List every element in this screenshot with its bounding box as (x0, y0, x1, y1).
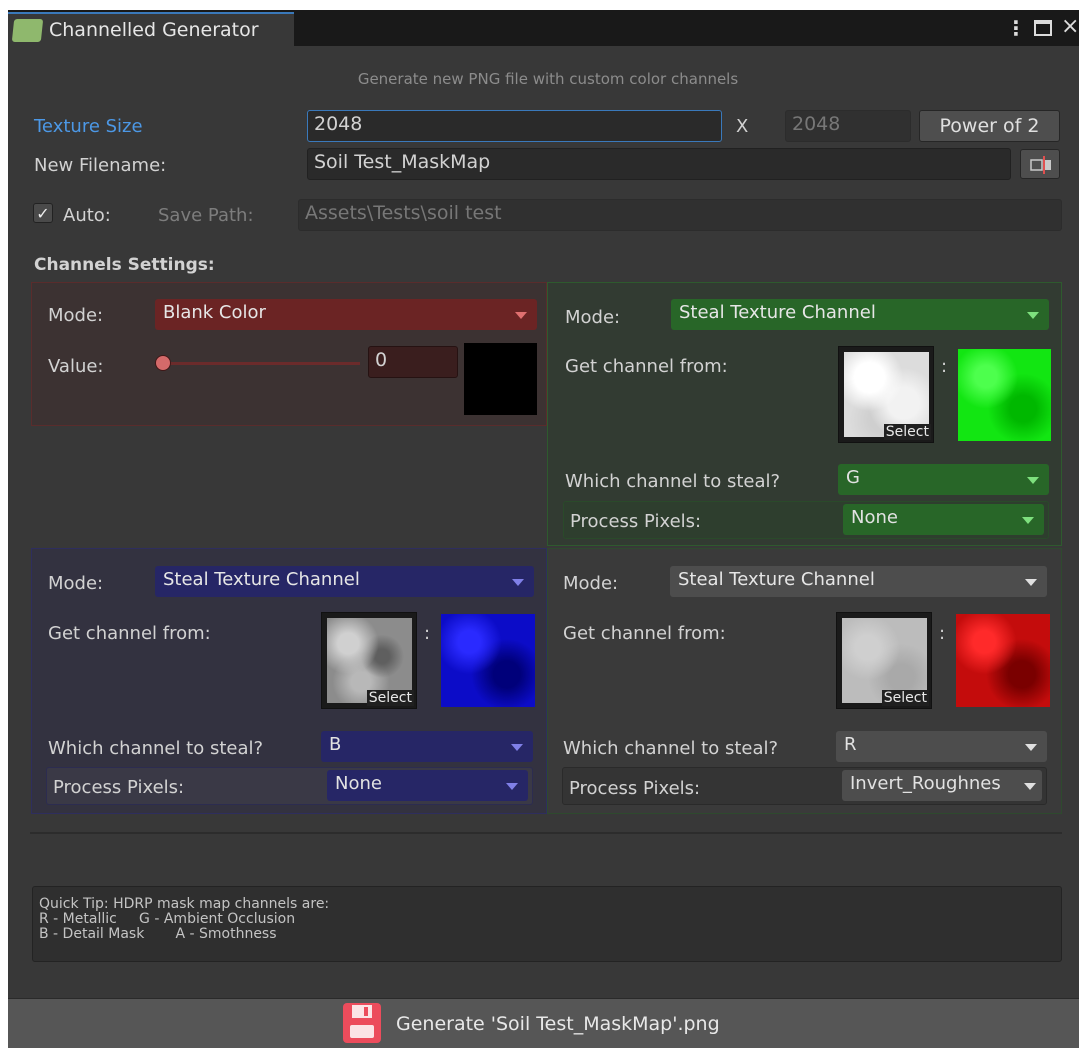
blue-mode-dropdown[interactable]: Steal Texture Channel (155, 566, 534, 597)
green-process-value: None (851, 507, 898, 528)
blue-get-channel-label: Get channel from: (48, 623, 211, 644)
new-filename-label: New Filename: (34, 155, 167, 176)
blue-which-value: B (329, 734, 342, 755)
auto-checkbox[interactable]: ✓ (33, 203, 53, 223)
floppy-disk-icon (343, 1003, 381, 1043)
texture-size-label: Texture Size (34, 116, 143, 137)
green-which-value: G (846, 467, 860, 488)
texture-height-input[interactable]: 2048 (785, 110, 911, 142)
filename-input[interactable]: Soil Test_MaskMap (307, 148, 1011, 180)
alpha-which-label: Which channel to steal? (563, 738, 779, 759)
blue-mode-label: Mode: (48, 573, 104, 594)
alpha-which-value: R (844, 734, 857, 755)
chevron-down-icon (1027, 476, 1039, 484)
red-mode-dropdown[interactable]: Blank Color (155, 299, 537, 330)
kebab-menu-icon[interactable]: ⋮ (1006, 16, 1026, 40)
section-divider (30, 832, 1062, 834)
red-color-preview (464, 343, 537, 415)
green-get-channel-label: Get channel from: (565, 356, 728, 377)
red-value-slider-handle[interactable] (155, 355, 171, 371)
tab-title: Channelled Generator (49, 19, 259, 41)
tip-line-3: B - Detail Mask A - Smothness (39, 926, 277, 942)
size-x-label: X (736, 116, 749, 137)
channels-heading: Channels Settings: (34, 255, 215, 275)
green-process-label: Process Pixels: (570, 511, 702, 532)
rename-icon (1030, 156, 1051, 174)
alpha-mode-dropdown[interactable]: Steal Texture Channel (670, 566, 1047, 597)
power-of-2-button[interactable]: Power of 2 (919, 110, 1060, 142)
blue-source-texture-slot[interactable]: Select (321, 612, 417, 709)
auto-label: Auto: (63, 205, 111, 226)
maximize-icon[interactable] (1034, 20, 1052, 36)
alpha-process-label: Process Pixels: (569, 778, 701, 799)
alpha-channel-preview (956, 614, 1050, 707)
red-mode-label: Mode: (48, 305, 104, 326)
texture-width-input[interactable]: 2048 (307, 110, 722, 142)
generate-label: Generate 'Soil Test_MaskMap'.png (396, 1013, 720, 1035)
green-which-dropdown[interactable]: G (838, 464, 1049, 495)
green-mode-value: Steal Texture Channel (679, 302, 876, 323)
alpha-get-channel-label: Get channel from: (563, 623, 726, 644)
alpha-source-texture-slot[interactable]: Select (836, 612, 932, 709)
rename-button[interactable] (1020, 149, 1060, 179)
blue-process-value: None (335, 773, 382, 794)
blue-process-dropdown[interactable]: None (327, 770, 528, 801)
red-value-label: Value: (48, 356, 104, 377)
save-path-label: Save Path: (158, 205, 254, 226)
chevron-down-icon (511, 743, 523, 751)
alpha-mode-value: Steal Texture Channel (678, 569, 875, 590)
green-which-label: Which channel to steal? (565, 471, 781, 492)
blue-colon: : (424, 623, 431, 644)
alpha-colon: : (939, 623, 946, 644)
green-mode-label: Mode: (565, 307, 621, 328)
subtitle: Generate new PNG file with custom color … (357, 70, 739, 88)
alpha-process-value: Invert_Roughnes (850, 773, 1001, 794)
chevron-down-icon (506, 782, 518, 790)
red-value-slider-track[interactable] (160, 362, 360, 365)
green-mode-dropdown[interactable]: Steal Texture Channel (671, 299, 1049, 330)
red-mode-value: Blank Color (163, 302, 266, 323)
red-value-input[interactable]: 0 (368, 346, 458, 378)
blue-which-label: Which channel to steal? (48, 738, 264, 759)
green-channel-preview (958, 349, 1051, 441)
alpha-mode-label: Mode: (563, 573, 619, 594)
green-source-texture-slot[interactable]: Select (838, 346, 934, 443)
window-icon (11, 19, 44, 42)
blue-mode-value: Steal Texture Channel (163, 569, 360, 590)
quick-tip-box: Quick Tip: HDRP mask map channels are: R… (32, 886, 1062, 962)
chevron-down-icon (1025, 743, 1037, 751)
alpha-process-dropdown[interactable]: Invert_Roughnes (842, 770, 1042, 801)
alpha-select-button[interactable]: Select (881, 690, 929, 706)
chevron-down-icon (1022, 516, 1034, 524)
green-process-dropdown[interactable]: None (843, 504, 1044, 535)
blue-channel-preview (441, 614, 535, 707)
green-colon: : (941, 356, 948, 377)
chevron-down-icon (1024, 782, 1036, 790)
chevron-down-icon (515, 311, 527, 319)
blue-select-button[interactable]: Select (366, 690, 414, 706)
blue-which-dropdown[interactable]: B (321, 731, 533, 762)
blue-process-label: Process Pixels: (53, 777, 185, 798)
chevron-down-icon (1025, 578, 1037, 586)
save-path-input[interactable]: Assets\Tests\soil test (298, 199, 1062, 231)
chevron-down-icon (512, 578, 524, 586)
chevron-down-icon (1027, 311, 1039, 319)
close-icon[interactable]: × (1061, 14, 1079, 39)
alpha-which-dropdown[interactable]: R (836, 731, 1047, 762)
green-select-button[interactable]: Select (883, 424, 931, 440)
